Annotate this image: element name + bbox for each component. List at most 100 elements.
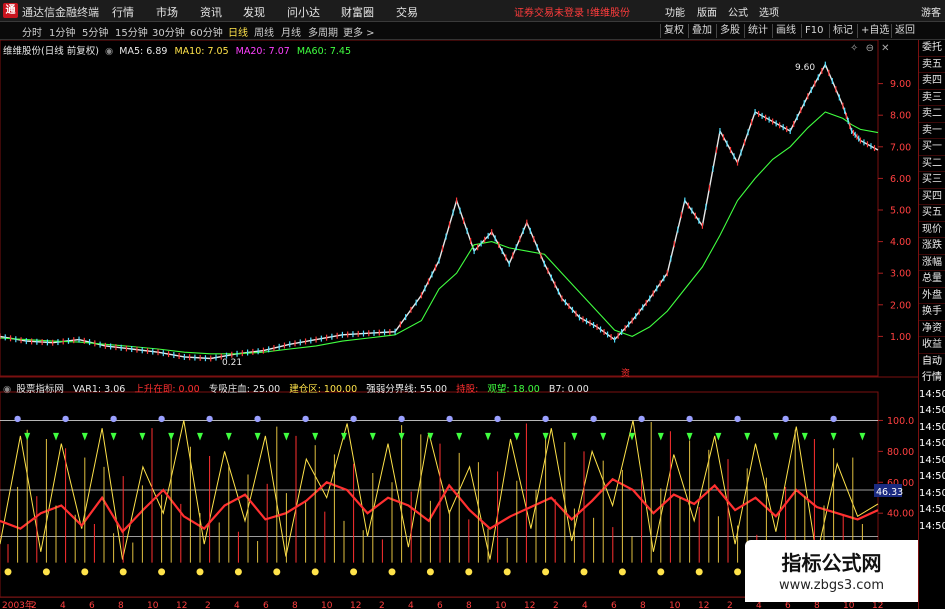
period-30min[interactable]: 30分钟: [152, 24, 185, 39]
settings-icon[interactable]: ✧: [850, 43, 858, 54]
sidebar-item[interactable]: 卖二: [919, 106, 945, 123]
stats-button[interactable]: 统计: [744, 24, 771, 38]
indicator-icon[interactable]: ◉: [3, 384, 11, 395]
date-tick-label: 10: [843, 601, 855, 609]
back-button[interactable]: 返回: [891, 24, 918, 38]
ma20-label: MA20: 7.07: [235, 46, 290, 57]
period-tick[interactable]: 分时: [22, 24, 42, 39]
watch-marker: [715, 432, 722, 441]
sidebar-item[interactable]: 14:50: [919, 519, 945, 536]
smile-marker: [81, 568, 89, 576]
period-15min[interactable]: 15分钟: [115, 24, 148, 39]
watch-marker: [197, 432, 203, 441]
ma5-label: MA5: 6.89: [119, 46, 168, 57]
sidebar-item[interactable]: 14:50: [919, 436, 945, 453]
period-multi[interactable]: 多周期: [308, 24, 338, 39]
close-panel-icon[interactable]: ✕: [881, 43, 889, 54]
sidebar-item[interactable]: 涨跌: [919, 238, 945, 255]
sidebar-item[interactable]: 买二: [919, 156, 945, 172]
menu-market[interactable]: 市场: [156, 4, 178, 20]
period-daily[interactable]: 日线: [228, 24, 248, 39]
sidebar-item[interactable]: 买四: [919, 189, 945, 205]
price-frame: [0, 40, 879, 377]
smile-marker: [273, 568, 281, 576]
watch-marker: [53, 432, 59, 441]
sidebar-item[interactable]: 14:50: [919, 486, 945, 503]
sidebar-item[interactable]: 现价: [919, 222, 945, 238]
ind-build: 建仓区: 100.00: [289, 384, 358, 395]
add-watchlist-button[interactable]: +自选: [857, 24, 892, 38]
menu-quotes[interactable]: 行情: [112, 4, 134, 20]
sidebar-item[interactable]: 卖五: [919, 57, 945, 73]
menu-news[interactable]: 资讯: [200, 4, 222, 20]
shrink-icon[interactable]: ⊖: [866, 43, 874, 54]
sidebar-item[interactable]: 14:50: [919, 469, 945, 486]
multi-stock-button[interactable]: 多股: [716, 24, 743, 38]
top-marker: [638, 415, 645, 423]
event-marker[interactable]: 资: [621, 368, 630, 379]
period-5min[interactable]: 5分钟: [82, 24, 108, 39]
ind-absorb: 专吸庄血: 25.00: [208, 384, 281, 395]
period-more[interactable]: 更多 >: [343, 24, 375, 39]
period-1min[interactable]: 1分钟: [49, 24, 75, 39]
date-tick-label: 12: [698, 601, 709, 609]
menu-layout[interactable]: 版面: [697, 4, 717, 19]
sidebar-item[interactable]: 14:50: [919, 403, 945, 420]
menu-discover[interactable]: 发现: [243, 4, 265, 20]
smile-marker: [542, 568, 550, 576]
sidebar-item[interactable]: 涨幅: [919, 255, 945, 271]
overlay-button[interactable]: 叠加: [688, 24, 715, 38]
date-tick-label: 10: [321, 601, 333, 609]
period-weekly[interactable]: 周线: [254, 24, 274, 39]
indicator-tick-label: 100.0: [887, 416, 914, 427]
sidebar-item[interactable]: 卖四: [919, 73, 945, 90]
sidebar-item[interactable]: 买三: [919, 172, 945, 189]
watch-marker: [600, 432, 607, 441]
sidebar-item[interactable]: 买五: [919, 205, 945, 222]
date-tick-label: 10: [147, 601, 159, 609]
draw-button[interactable]: 画线: [772, 24, 799, 38]
sidebar-item[interactable]: 14:50: [919, 453, 945, 470]
stock-name: 维维股份(日线 前复权): [3, 46, 99, 57]
sidebar-item[interactable]: 买一: [919, 139, 945, 156]
sidebar-item[interactable]: 卖一: [919, 123, 945, 139]
sidebar-item[interactable]: 外盘: [919, 288, 945, 304]
sidebar-item[interactable]: 委托: [919, 40, 945, 57]
sidebar-item[interactable]: 卖三: [919, 90, 945, 106]
sidebar-item[interactable]: 14:50: [919, 502, 945, 519]
sidebar-item[interactable]: 净资: [919, 321, 945, 337]
price-series: [0, 61, 879, 362]
menu-wealth[interactable]: 财富圈: [341, 4, 374, 20]
login-warning[interactable]: 证券交易未登录: [514, 4, 584, 19]
panel-controls: ✧ ⊖ ✕: [850, 43, 890, 54]
period-monthly[interactable]: 月线: [281, 24, 301, 39]
watch-marker: [168, 432, 175, 441]
guest-label[interactable]: 游客: [921, 4, 941, 19]
watch-marker: [283, 432, 290, 441]
ma-legend-icon[interactable]: ◉: [105, 46, 113, 57]
stock-chart[interactable]: 1.002.003.004.005.006.007.008.009.00 20.…: [0, 40, 918, 597]
f10-button[interactable]: F10: [801, 24, 826, 38]
adjust-button[interactable]: 复权: [660, 24, 687, 38]
sidebar-item[interactable]: 14:50: [919, 387, 945, 404]
sidebar-item[interactable]: 自动: [919, 354, 945, 371]
sidebar-item[interactable]: 14:50: [919, 420, 945, 437]
date-tick-label: 6: [611, 601, 617, 609]
menu-function[interactable]: 功能: [665, 4, 685, 19]
menu-formula[interactable]: 公式: [728, 4, 748, 19]
menu-options[interactable]: 选项: [759, 4, 779, 19]
menu-ask[interactable]: 问小达: [287, 4, 320, 20]
menu-trade[interactable]: 交易: [396, 4, 418, 20]
mark-button[interactable]: 标记: [829, 24, 856, 38]
sidebar-item[interactable]: 行情: [919, 370, 945, 387]
date-tick-label: 12: [872, 601, 883, 609]
sidebar-item[interactable]: 收益: [919, 337, 945, 354]
date-tick-label: 2: [727, 601, 733, 609]
sidebar-item[interactable]: 换手: [919, 304, 945, 321]
sidebar-item[interactable]: 总量: [919, 271, 945, 288]
stock-warning[interactable]: !维维股份: [586, 4, 630, 19]
period-60min[interactable]: 60分钟: [190, 24, 223, 39]
series-ma60: [0, 111, 879, 355]
watch-marker: [24, 432, 31, 441]
date-tick-label: 8: [118, 601, 124, 609]
